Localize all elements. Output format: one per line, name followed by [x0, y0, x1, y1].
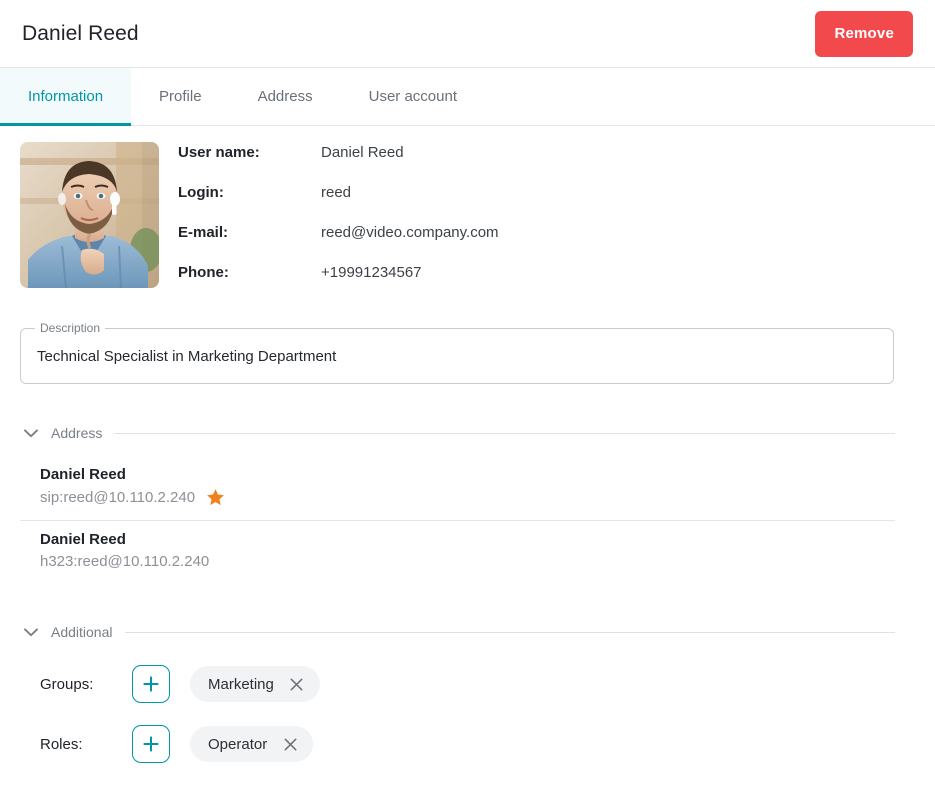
- chip-label: Operator: [208, 735, 268, 753]
- section-divider: [124, 631, 895, 633]
- address-uri-line: sip:reed@10.110.2.240: [40, 488, 895, 507]
- chevron-down-icon[interactable]: [20, 422, 42, 444]
- plus-icon: [143, 676, 159, 692]
- close-icon[interactable]: [288, 675, 306, 693]
- roles-row: Roles: Operator: [40, 725, 915, 763]
- field-value: reed@video.company.com: [321, 224, 499, 241]
- address-list-item[interactable]: Daniel Reed sip:reed@10.110.2.240: [20, 456, 895, 521]
- groups-label: Groups:: [40, 675, 94, 693]
- user-details-page: Daniel Reed Remove Information Profile A…: [0, 0, 935, 800]
- page-header: Daniel Reed Remove: [0, 0, 935, 68]
- address-uri: h323:reed@10.110.2.240: [40, 553, 210, 570]
- tab-bar: Information Profile Address User account: [0, 68, 935, 126]
- description-legend: Description: [35, 321, 106, 335]
- user-summary: User name: Daniel Reed Login: reed E-mai…: [20, 126, 915, 304]
- address-uri-line: h323:reed@10.110.2.240: [40, 553, 895, 570]
- address-uri: sip:reed@10.110.2.240: [40, 489, 196, 506]
- field-label: Phone:: [178, 264, 229, 281]
- additional-section-header: Additional: [20, 621, 915, 643]
- chevron-down-icon[interactable]: [20, 621, 42, 643]
- tab-information[interactable]: Information: [0, 68, 132, 126]
- groups-row: Groups: Marketing: [40, 665, 915, 703]
- tab-profile[interactable]: Profile: [131, 68, 230, 125]
- chip-label: Marketing: [208, 675, 274, 693]
- chip-group[interactable]: Marketing: [190, 666, 320, 702]
- address-name: Daniel Reed: [40, 531, 126, 548]
- page-title: Daniel Reed: [22, 21, 139, 45]
- description-field[interactable]: Description Technical Specialist in Mark…: [20, 321, 894, 384]
- groups-chips: Marketing: [190, 666, 320, 702]
- chip-role[interactable]: Operator: [190, 726, 314, 762]
- description-input[interactable]: Technical Specialist in Marketing Depart…: [37, 348, 336, 365]
- address-section-title: Address: [51, 425, 103, 441]
- user-fields: User name: Daniel Reed Login: reed E-mai…: [178, 142, 915, 304]
- field-login: Login: reed: [178, 184, 915, 224]
- tab-user-account[interactable]: User account: [341, 68, 485, 125]
- address-section-header: Address: [20, 422, 915, 444]
- add-group-button[interactable]: [132, 665, 170, 703]
- remove-button[interactable]: Remove: [815, 10, 913, 57]
- field-value: reed: [321, 184, 352, 201]
- tab-address[interactable]: Address: [230, 68, 341, 125]
- information-panel: User name: Daniel Reed Login: reed E-mai…: [0, 126, 935, 763]
- additional-section-title: Additional: [51, 624, 113, 640]
- user-photo-icon: [20, 142, 159, 288]
- field-value: Daniel Reed: [321, 144, 404, 161]
- star-icon[interactable]: [206, 488, 225, 507]
- field-label: Login:: [178, 184, 224, 201]
- field-label: E-mail:: [178, 224, 229, 241]
- close-icon[interactable]: [281, 735, 299, 753]
- address-name: Daniel Reed: [40, 466, 126, 483]
- address-list: Daniel Reed sip:reed@10.110.2.240 Daniel…: [20, 456, 915, 583]
- field-user-name: User name: Daniel Reed: [178, 144, 915, 184]
- field-phone: Phone: +19991234567: [178, 264, 915, 304]
- field-email: E-mail: reed@video.company.com: [178, 224, 915, 264]
- add-role-button[interactable]: [132, 725, 170, 763]
- field-label: User name:: [178, 144, 260, 161]
- avatar[interactable]: [20, 142, 159, 288]
- field-value: +19991234567: [321, 264, 422, 281]
- roles-chips: Operator: [190, 726, 314, 762]
- plus-icon: [143, 736, 159, 752]
- section-divider: [114, 432, 895, 434]
- roles-label: Roles:: [40, 735, 83, 753]
- address-list-item[interactable]: Daniel Reed h323:reed@10.110.2.240: [20, 521, 895, 583]
